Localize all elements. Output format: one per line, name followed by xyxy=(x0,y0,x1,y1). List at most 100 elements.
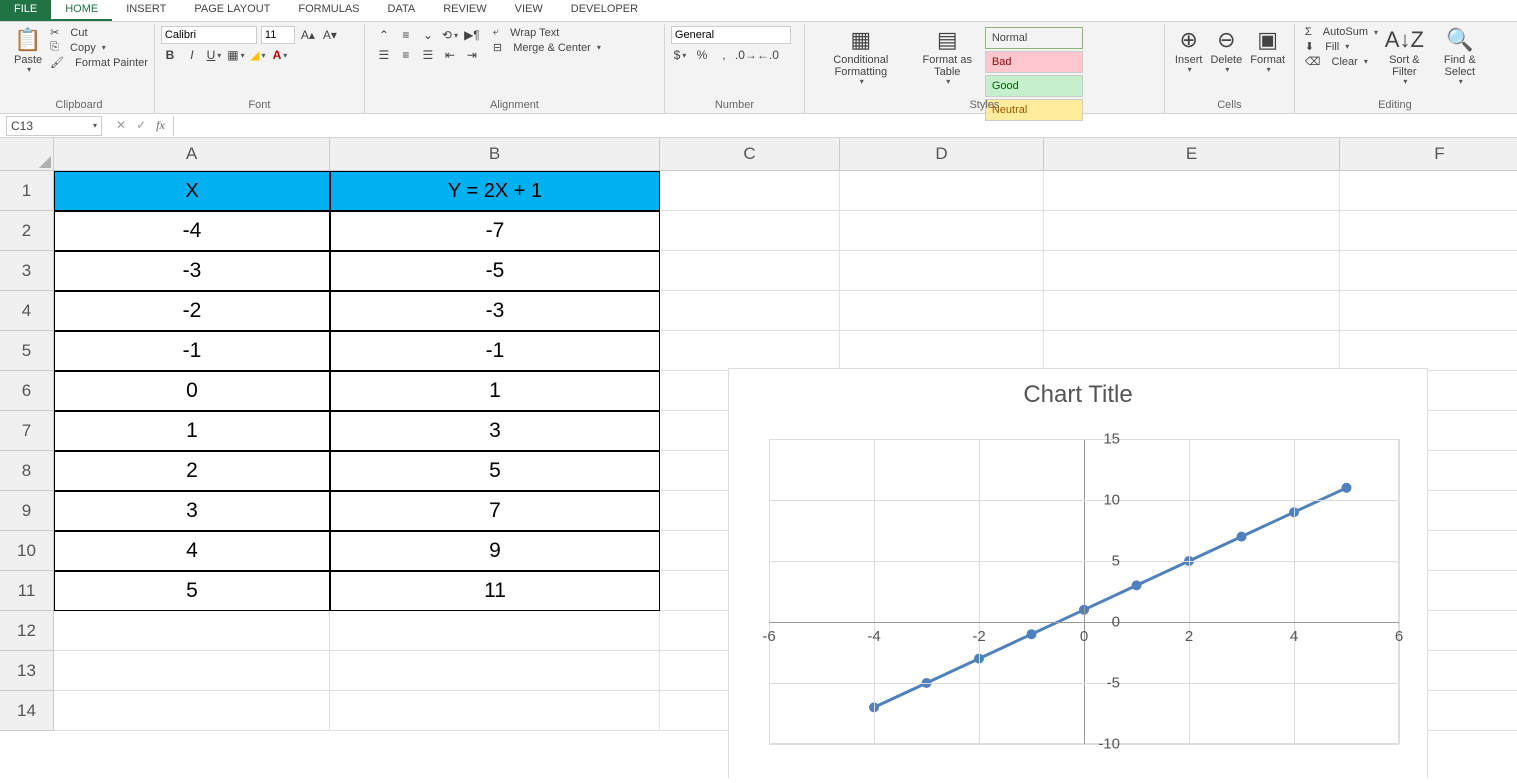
data-point[interactable] xyxy=(1132,580,1142,590)
cell-B9[interactable]: 7 xyxy=(330,491,660,531)
cell-B3[interactable]: -5 xyxy=(330,251,660,291)
format-as-table-button[interactable]: ▤Format as Table▾ xyxy=(911,26,984,89)
select-all-corner[interactable] xyxy=(0,138,54,171)
cell-A5[interactable]: -1 xyxy=(54,331,330,371)
align-bottom-icon[interactable]: ⌄ xyxy=(419,26,437,44)
cell-B5[interactable]: -1 xyxy=(330,331,660,371)
percent-icon[interactable]: % xyxy=(693,46,711,64)
dec-decimal-icon[interactable]: ←.0 xyxy=(759,46,777,64)
cell-D3[interactable] xyxy=(840,251,1044,291)
row-header-8[interactable]: 8 xyxy=(0,451,54,491)
font-color-button[interactable]: A▾ xyxy=(271,46,289,64)
tab-view[interactable]: VIEW xyxy=(501,0,557,21)
cell-E2[interactable] xyxy=(1044,211,1340,251)
align-middle-icon[interactable]: ≡ xyxy=(397,26,415,44)
cell-B14[interactable] xyxy=(330,691,660,731)
row-header-12[interactable]: 12 xyxy=(0,611,54,651)
tab-home[interactable]: HOME xyxy=(51,0,112,21)
row-header-7[interactable]: 7 xyxy=(0,411,54,451)
align-right-icon[interactable]: ☰ xyxy=(419,46,437,64)
cell-A4[interactable]: -2 xyxy=(54,291,330,331)
cell-C4[interactable] xyxy=(660,291,840,331)
cell-B11[interactable]: 11 xyxy=(330,571,660,611)
cell-F5[interactable] xyxy=(1340,331,1517,371)
increase-font-icon[interactable]: A▴ xyxy=(299,26,317,44)
decrease-font-icon[interactable]: A▾ xyxy=(321,26,339,44)
cell-D4[interactable] xyxy=(840,291,1044,331)
tab-data[interactable]: DATA xyxy=(374,0,430,21)
cell-F4[interactable] xyxy=(1340,291,1517,331)
bold-button[interactable]: B xyxy=(161,46,179,64)
copy-button[interactable]: ⎘ Copy▾ xyxy=(50,41,148,54)
cell-B6[interactable]: 1 xyxy=(330,371,660,411)
align-center-icon[interactable]: ≡ xyxy=(397,46,415,64)
cell-F1[interactable] xyxy=(1340,171,1517,211)
cell-C3[interactable] xyxy=(660,251,840,291)
enter-formula-icon[interactable]: ✓ xyxy=(136,118,146,133)
wrap-text-button[interactable]: ⤶ Wrap Text xyxy=(493,26,601,39)
cell-A2[interactable]: -4 xyxy=(54,211,330,251)
cell-A11[interactable]: 5 xyxy=(54,571,330,611)
cell-A6[interactable]: 0 xyxy=(54,371,330,411)
cell-A9[interactable]: 3 xyxy=(54,491,330,531)
cell-B10[interactable]: 9 xyxy=(330,531,660,571)
name-box[interactable]: C13▾ xyxy=(6,116,102,136)
cell-B13[interactable] xyxy=(330,651,660,691)
sort-filter-button[interactable]: A↓ZSort & Filter▾ xyxy=(1378,26,1431,89)
find-select-button[interactable]: 🔍Find & Select▾ xyxy=(1431,26,1489,89)
col-header-E[interactable]: E xyxy=(1044,138,1340,171)
data-point[interactable] xyxy=(1027,629,1037,639)
cell-E3[interactable] xyxy=(1044,251,1340,291)
cell-A12[interactable] xyxy=(54,611,330,651)
tab-developer[interactable]: DEVELOPER xyxy=(557,0,652,21)
cell-A8[interactable]: 2 xyxy=(54,451,330,491)
cell-D2[interactable] xyxy=(840,211,1044,251)
cell-F2[interactable] xyxy=(1340,211,1517,251)
row-header-5[interactable]: 5 xyxy=(0,331,54,371)
embedded-chart[interactable]: Chart Title -6-4-20246-10-5051015 xyxy=(728,368,1428,778)
autosum-button[interactable]: Σ AutoSum▾ xyxy=(1305,26,1378,38)
cell-A7[interactable]: 1 xyxy=(54,411,330,451)
insert-cells-button[interactable]: ⊕Insert▾ xyxy=(1171,26,1207,77)
row-header-6[interactable]: 6 xyxy=(0,371,54,411)
cell-B2[interactable]: -7 xyxy=(330,211,660,251)
border-button[interactable]: ▦▾ xyxy=(227,46,245,64)
cell-B1[interactable]: Y = 2X + 1 xyxy=(330,171,660,211)
fill-color-button[interactable]: ◢▾ xyxy=(249,46,267,64)
cell-A10[interactable]: 4 xyxy=(54,531,330,571)
delete-cells-button[interactable]: ⊖Delete▾ xyxy=(1206,26,1246,77)
ltr-icon[interactable]: ▶¶ xyxy=(463,26,481,44)
cell-C5[interactable] xyxy=(660,331,840,371)
paste-button[interactable]: 📋 Paste▾ xyxy=(10,26,46,77)
comma-icon[interactable]: , xyxy=(715,46,733,64)
col-header-C[interactable]: C xyxy=(660,138,840,171)
formula-input[interactable] xyxy=(173,116,1517,136)
style-bad[interactable]: Bad xyxy=(985,51,1083,73)
fx-icon[interactable]: fx xyxy=(156,118,165,133)
cell-E4[interactable] xyxy=(1044,291,1340,331)
indent-dec-icon[interactable]: ⇤ xyxy=(441,46,459,64)
data-point[interactable] xyxy=(1342,483,1352,493)
inc-decimal-icon[interactable]: .0→ xyxy=(737,46,755,64)
worksheet[interactable]: ABCDEF 1234567891011121314 XY = 2X + 1-4… xyxy=(0,138,1517,778)
row-header-14[interactable]: 14 xyxy=(0,691,54,731)
row-header-10[interactable]: 10 xyxy=(0,531,54,571)
italic-button[interactable]: I xyxy=(183,46,201,64)
tab-file[interactable]: FILE xyxy=(0,0,51,21)
cell-A3[interactable]: -3 xyxy=(54,251,330,291)
cell-D1[interactable] xyxy=(840,171,1044,211)
cell-B4[interactable]: -3 xyxy=(330,291,660,331)
style-good[interactable]: Good xyxy=(985,75,1083,97)
row-headers[interactable]: 1234567891011121314 xyxy=(0,171,54,731)
row-header-1[interactable]: 1 xyxy=(0,171,54,211)
data-point[interactable] xyxy=(1237,532,1247,542)
chart-plot-area[interactable]: -6-4-20246-10-5051015 xyxy=(769,439,1399,744)
col-header-A[interactable]: A xyxy=(54,138,330,171)
tab-review[interactable]: REVIEW xyxy=(429,0,500,21)
cell-A13[interactable] xyxy=(54,651,330,691)
cell-E1[interactable] xyxy=(1044,171,1340,211)
font-size-select[interactable] xyxy=(261,26,295,44)
number-format-select[interactable] xyxy=(671,26,791,44)
row-header-4[interactable]: 4 xyxy=(0,291,54,331)
cell-A14[interactable] xyxy=(54,691,330,731)
